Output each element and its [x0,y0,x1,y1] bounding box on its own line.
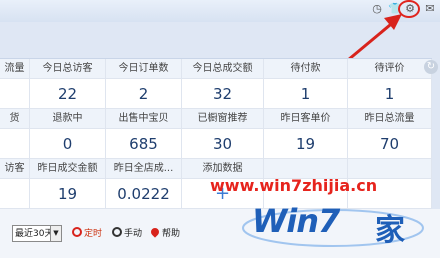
stat-value: 0.0222 [106,179,182,209]
stat-header: 退款中 [30,109,106,129]
stat-value [0,179,30,209]
stat-header: 今日总访客 [30,59,106,79]
stat-header: 出售中宝贝 [106,109,182,129]
watermark-url: www.win7zhijia.cn [210,176,378,195]
stat-value: 0 [30,129,106,159]
stat-header: 昨日全店成... [106,159,182,179]
stat-header: 昨日成交金额 [30,159,106,179]
refresh-icon[interactable]: ↻ [424,60,438,74]
stat-header: 已橱窗推荐 [182,109,264,129]
stat-value: 19 [30,179,106,209]
stat-value: 685 [106,129,182,159]
stat-value: 32 [182,79,264,109]
clock-icon [72,227,82,237]
stat-header: 今日订单数 [106,59,182,79]
stat-header: 货 [0,109,30,129]
watermark-logo-text: Win7 [252,202,340,240]
stat-header: 昨日总流量 [348,109,432,129]
timer-label: 定时 [84,229,103,239]
stat-value: 1 [348,79,432,109]
stat-value: 19 [264,129,348,159]
stat-value: 22 [30,79,106,109]
stat-header: 昨日客单价 [264,109,348,129]
chevron-down-icon[interactable]: ▼ [50,226,61,241]
stat-header: 待评价 [348,59,432,79]
stat-header: 今日总成交额 [182,59,264,79]
stat-header: 待付款 [264,59,348,79]
heart-icon [149,226,161,238]
watermark-logo-char: 家 [375,213,405,248]
stat-value [0,79,30,109]
help-label: 帮助 [162,229,181,239]
help-button[interactable]: 帮助 [149,226,181,241]
date-range-select[interactable]: 最近30天 ▼ [12,225,62,242]
stat-value: 1 [264,79,348,109]
stat-value: 70 [348,129,432,159]
refresh-icon [112,227,122,237]
stat-header: 流量 [0,59,30,79]
manual-button[interactable]: 手动 [112,227,142,241]
date-range-value: 最近30天 [15,229,54,239]
stat-header: 访客 [0,159,30,179]
manual-label: 手动 [124,229,143,239]
stat-value: 2 [106,79,182,109]
stat-value [0,129,30,159]
stat-value: 30 [182,129,264,159]
timer-button[interactable]: 定时 [72,227,102,241]
